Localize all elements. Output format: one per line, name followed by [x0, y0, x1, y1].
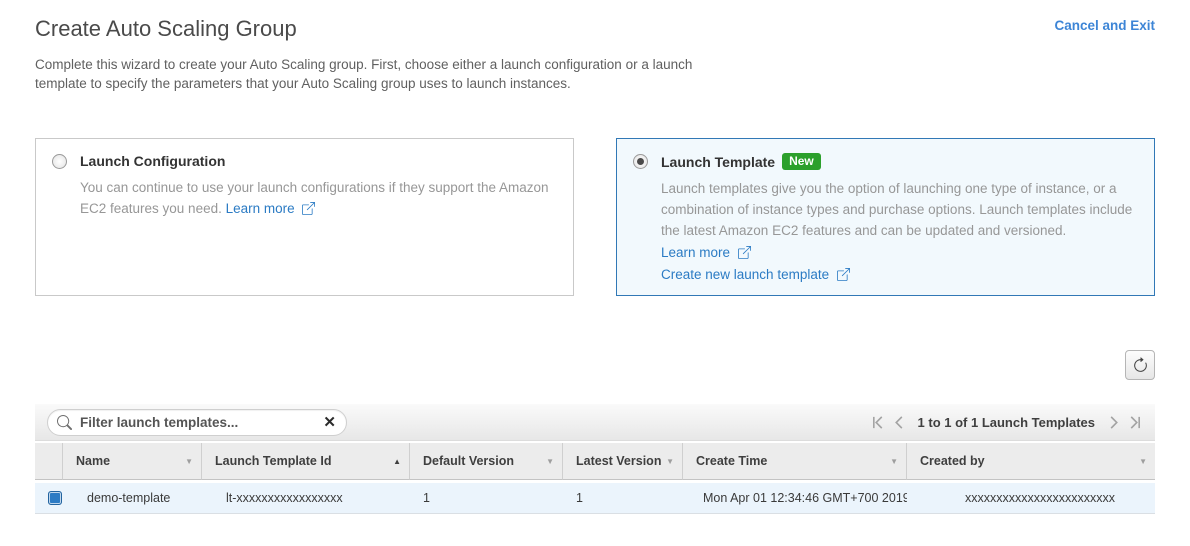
sort-icon[interactable]: ▼	[1139, 457, 1147, 466]
first-page-icon[interactable]	[871, 415, 886, 430]
create-new-launch-template-label: Create new launch template	[661, 267, 829, 282]
external-link-icon	[302, 202, 315, 215]
launch-configuration-title: Launch Configuration	[80, 153, 225, 169]
learn-more-label: Learn more	[226, 201, 295, 216]
launch-template-description: Launch templates give you the option of …	[661, 178, 1138, 285]
column-header-latest-version[interactable]: Latest Version ▼	[563, 443, 683, 480]
table-actions	[35, 350, 1155, 380]
column-label: Default Version	[423, 454, 514, 468]
launch-template-header: Launch Template New	[633, 153, 1138, 170]
launch-configuration-learn-more-link[interactable]: Learn more	[226, 201, 316, 216]
page-header: Create Auto Scaling Group Cancel and Exi…	[35, 15, 1155, 43]
column-header-create-time[interactable]: Create Time ▼	[683, 443, 907, 480]
column-label: Latest Version	[576, 454, 661, 468]
sort-icon[interactable]: ▼	[666, 457, 674, 466]
cell-create-time: Mon Apr 01 12:34:46 GMT+700 2019	[683, 480, 907, 514]
filter-input[interactable]	[78, 414, 316, 431]
launch-template-learn-more-link[interactable]: Learn more	[661, 245, 751, 260]
column-header-created-by[interactable]: Created by ▼	[907, 443, 1155, 480]
filter-input-container[interactable]: ✕	[47, 409, 347, 436]
pagination: 1 to 1 of 1 Launch Templates	[868, 415, 1145, 430]
row-checkbox[interactable]	[48, 491, 62, 505]
external-link-icon	[738, 246, 751, 259]
table-toolbar: ✕ 1 to 1 of 1 Launch Templates	[35, 404, 1155, 441]
learn-more-label: Learn more	[661, 245, 730, 260]
row-select-cell	[35, 480, 63, 514]
select-all-header	[35, 443, 63, 480]
cell-created-by: xxxxxxxxxxxxxxxxxxxxxxxx	[907, 480, 1155, 514]
table-header-row: Name ▼ Launch Template Id ▲ Default Versio…	[35, 443, 1155, 480]
launch-source-options: Launch Configuration You can continue to…	[35, 138, 1155, 296]
cancel-and-exit-link[interactable]: Cancel and Exit	[1054, 18, 1155, 33]
column-header-default-version[interactable]: Default Version ▼	[410, 443, 563, 480]
new-badge: New	[782, 153, 821, 170]
next-page-icon[interactable]	[1106, 415, 1121, 430]
search-icon	[57, 415, 72, 430]
clear-filter-icon[interactable]: ✕	[323, 413, 336, 433]
cell-latest-version: 1	[563, 480, 683, 514]
launch-configuration-option[interactable]: Launch Configuration You can continue to…	[35, 138, 574, 296]
cell-launch-template-id: lt-xxxxxxxxxxxxxxxxx	[202, 480, 410, 514]
previous-page-icon[interactable]	[892, 415, 907, 430]
sort-icon[interactable]: ▼	[890, 457, 898, 466]
wizard-description: Complete this wizard to create your Auto…	[35, 55, 730, 93]
launch-template-option[interactable]: Launch Template New Launch templates giv…	[616, 138, 1155, 296]
column-label: Launch Template Id	[215, 454, 331, 468]
launch-templates-table: Name ▼ Launch Template Id ▲ Default Versio…	[35, 443, 1155, 514]
launch-configuration-description: You can continue to use your launch conf…	[80, 177, 557, 219]
page-title: Create Auto Scaling Group	[35, 15, 297, 43]
sort-icon[interactable]: ▼	[185, 457, 193, 466]
column-header-name[interactable]: Name ▼	[63, 443, 202, 480]
launch-template-description-text: Launch templates give you the option of …	[661, 181, 1132, 238]
column-label: Create Time	[696, 454, 767, 468]
table-row[interactable]: demo-template lt-xxxxxxxxxxxxxxxxx 1 1 M…	[35, 480, 1155, 514]
sort-icon[interactable]: ▼	[546, 457, 554, 466]
external-link-icon	[837, 268, 850, 281]
launch-configuration-radio[interactable]	[52, 154, 67, 169]
column-label: Created by	[920, 454, 985, 468]
sort-icon[interactable]: ▲	[393, 457, 401, 466]
create-asg-wizard: Create Auto Scaling Group Cancel and Exi…	[0, 15, 1190, 514]
refresh-button[interactable]	[1125, 350, 1155, 380]
launch-configuration-header: Launch Configuration	[52, 153, 557, 169]
refresh-icon	[1132, 357, 1149, 374]
last-page-icon[interactable]	[1127, 415, 1142, 430]
cell-name: demo-template	[63, 480, 202, 514]
launch-template-radio[interactable]	[633, 154, 648, 169]
create-new-launch-template-link[interactable]: Create new launch template	[661, 267, 850, 282]
pagination-text: 1 to 1 of 1 Launch Templates	[918, 415, 1095, 430]
column-label: Name	[76, 454, 110, 468]
launch-template-title: Launch Template	[661, 154, 775, 170]
column-header-launch-template-id[interactable]: Launch Template Id ▲	[202, 443, 410, 480]
cell-default-version: 1	[410, 480, 563, 514]
